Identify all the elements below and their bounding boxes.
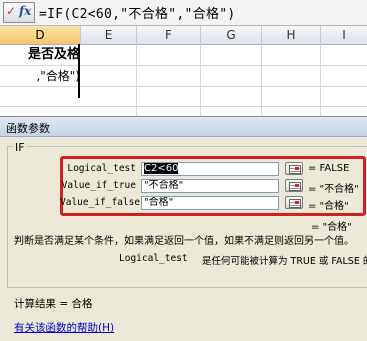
column-header-g[interactable]: G <box>201 26 262 45</box>
dialog-title: 函数参数 <box>6 122 50 135</box>
formula-bar: ✓ fx =IF(C2<60,"不合格","合格") <box>0 0 367 26</box>
range-select-icon[interactable] <box>285 162 303 175</box>
formula-input[interactable]: =IF(C2<60,"不合格","合格") <box>39 3 236 22</box>
argument-description-text: 是任何可能被计算为 TRUE 或 FALSE 的数 <box>202 256 367 267</box>
cell-d1[interactable]: 是否及格 <box>0 45 80 65</box>
column-header-e[interactable]: E <box>81 26 137 45</box>
function-icon: fx <box>19 4 32 18</box>
column-header-h[interactable]: H <box>262 26 321 45</box>
check-icon: ✓ <box>6 4 17 18</box>
function-description: 判断是否满足某个条件，如果满足返回一个值，如果不满足则返回另一个值。 <box>14 236 354 247</box>
value-if-true-input[interactable]: "不合格" <box>141 179 279 193</box>
column-header-d[interactable]: D <box>0 26 81 45</box>
logical-test-value: C2<60 <box>144 163 179 174</box>
gridline <box>0 106 367 107</box>
help-link[interactable]: 有关该函数的帮助(H) <box>14 320 114 335</box>
column-header-i[interactable]: I <box>321 26 367 45</box>
calculation-result: 计算结果 = 合格 <box>14 298 93 310</box>
value-if-true-result: = "不合格" <box>308 184 359 195</box>
insert-function-button[interactable]: ✓ fx <box>3 2 35 23</box>
column-header-f[interactable]: F <box>137 26 201 45</box>
range-select-icon[interactable] <box>285 196 303 209</box>
value-if-false-label: Value_if_false <box>60 197 141 208</box>
argument-description-name: Logical_test <box>119 253 188 264</box>
logical-test-label: Logical_test <box>67 163 136 174</box>
spreadsheet-grid: D E F G H I 是否及格 ,"合格") <box>0 26 367 116</box>
value-if-false-input[interactable]: "合格" <box>141 196 279 210</box>
range-select-icon[interactable] <box>285 179 303 192</box>
function-name: IF <box>13 141 27 154</box>
logical-test-input[interactable]: C2<60 <box>141 162 279 176</box>
value-if-true-label: Value_if_true <box>61 180 136 191</box>
formula-result-preview: = "合格" <box>311 222 352 233</box>
dialog-title-bar[interactable]: 函数参数 <box>0 117 367 137</box>
value-if-false-result: = "合格" <box>308 201 349 212</box>
cell-d2[interactable]: ,"合格") <box>0 66 80 86</box>
logical-test-result: = FALSE <box>308 163 350 174</box>
